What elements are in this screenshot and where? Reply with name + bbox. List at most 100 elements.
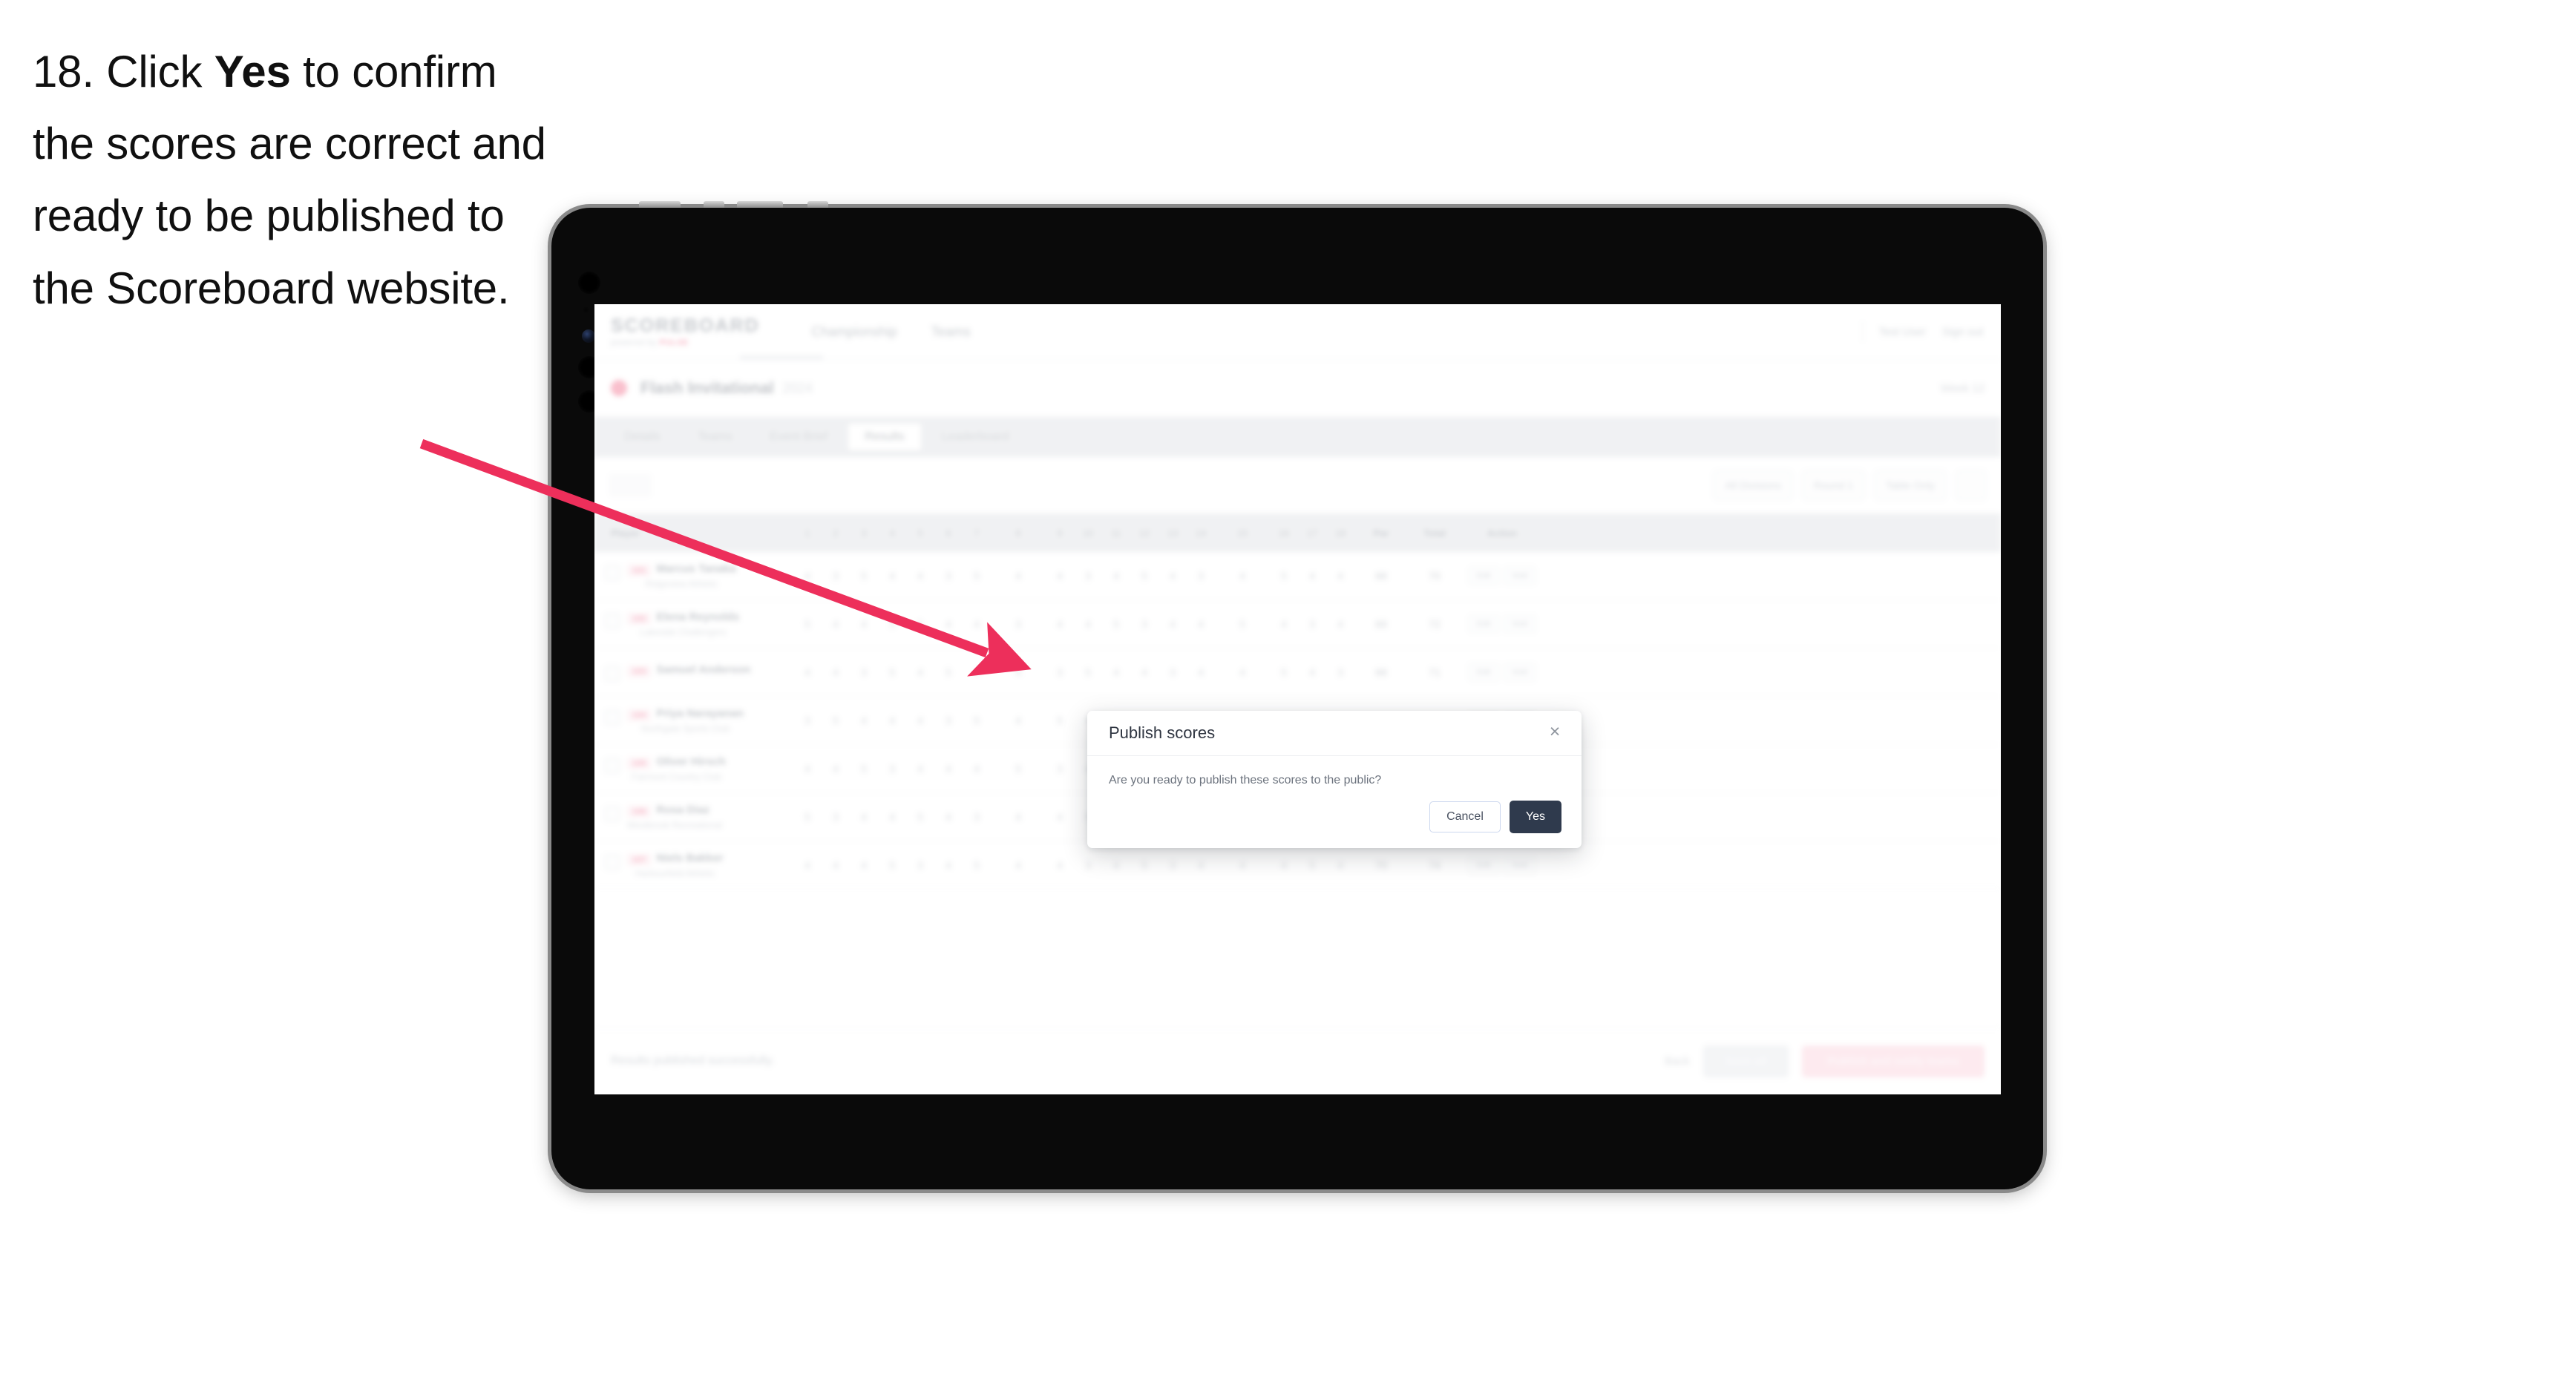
tab-event-brief[interactable]: Event Brief: [753, 424, 844, 450]
score-cell[interactable]: 5: [934, 666, 963, 678]
publish-notify-button[interactable]: Publish and notify teams: [1802, 1045, 1985, 1077]
score-cell[interactable]: 5: [991, 763, 1046, 775]
score-cell[interactable]: 4: [850, 859, 878, 871]
score-cell[interactable]: 4: [1046, 618, 1074, 630]
score-cell[interactable]: 4: [1046, 570, 1074, 582]
score-cell[interactable]: 4: [793, 763, 822, 775]
score-cell[interactable]: 4: [1270, 618, 1298, 630]
row-checkbox[interactable]: [605, 854, 620, 870]
score-cell[interactable]: 3: [991, 618, 1046, 630]
score-cell[interactable]: 4: [963, 618, 991, 630]
score-cell[interactable]: 4: [906, 570, 934, 582]
table-row[interactable]: 107 Niels Bakker Harbourfield Athletic 4 4 4 5…: [594, 841, 2001, 890]
row-checkbox[interactable]: [605, 666, 620, 681]
score-cell[interactable]: 3: [906, 859, 934, 871]
score-cell[interactable]: 3: [1298, 618, 1326, 630]
score-cell[interactable]: 4: [1187, 618, 1215, 630]
score-cell[interactable]: 3: [878, 763, 906, 775]
cancel-button[interactable]: Cancel: [1429, 801, 1501, 832]
score-cell[interactable]: 5: [850, 763, 878, 775]
score-cell[interactable]: 3: [878, 618, 906, 630]
score-cell[interactable]: 4: [878, 811, 906, 823]
footer-back-link[interactable]: Back: [1665, 1055, 1689, 1068]
score-cell[interactable]: 4: [906, 715, 934, 726]
score-cell[interactable]: 5: [793, 618, 822, 630]
score-cell[interactable]: 5: [963, 715, 991, 726]
score-cell[interactable]: 3: [1074, 859, 1102, 871]
score-cell[interactable]: 5: [822, 715, 850, 726]
score-cell[interactable]: 5: [963, 570, 991, 582]
score-cell[interactable]: 4: [906, 763, 934, 775]
score-cell[interactable]: 4: [1326, 618, 1354, 630]
score-cell[interactable]: 3: [1046, 666, 1074, 678]
score-cell[interactable]: 4: [1215, 570, 1270, 582]
score-cell[interactable]: 3: [1074, 570, 1102, 582]
score-cell[interactable]: 4: [1046, 811, 1074, 823]
rim-button-2[interactable]: [704, 201, 724, 208]
tab-results[interactable]: Results: [848, 424, 921, 450]
score-cell[interactable]: 4: [1298, 666, 1326, 678]
score-cell[interactable]: 4: [991, 666, 1046, 678]
score-cell[interactable]: 4: [822, 666, 850, 678]
row-checkbox[interactable]: [605, 758, 620, 773]
score-cell[interactable]: 4: [1074, 618, 1102, 630]
score-cell[interactable]: 4: [991, 715, 1046, 726]
score-cell[interactable]: 4: [934, 618, 963, 630]
score-cell[interactable]: 5: [963, 859, 991, 871]
app-logo[interactable]: SCOREBOARD powered by PULSE: [611, 316, 760, 347]
score-cell[interactable]: 5: [878, 666, 906, 678]
rim-button-3[interactable]: [737, 201, 783, 208]
score-cell[interactable]: 5: [850, 570, 878, 582]
score-cell[interactable]: 3: [1046, 763, 1074, 775]
score-cell[interactable]: 3: [1187, 570, 1215, 582]
score-cell[interactable]: 3: [1326, 666, 1354, 678]
score-cell[interactable]: 4: [991, 859, 1046, 871]
row-action-button[interactable]: Void: [1503, 615, 1536, 633]
row-action-button[interactable]: Void: [1503, 567, 1536, 585]
rim-button-1[interactable]: [639, 201, 681, 208]
score-cell[interactable]: 5: [906, 618, 934, 630]
score-cell[interactable]: 4: [934, 763, 963, 775]
score-cell[interactable]: 5: [1270, 666, 1298, 678]
score-cell[interactable]: 3: [934, 570, 963, 582]
row-checkbox[interactable]: [605, 806, 620, 821]
table-row[interactable]: 101 Marcus Tanaka Ridgeview Athletic 4 3 5 4 4 3…: [594, 552, 2001, 600]
tab-leaderboard[interactable]: Leaderboard: [925, 424, 1026, 450]
score-cell[interactable]: 4: [1270, 859, 1298, 871]
score-cell[interactable]: 4: [822, 859, 850, 871]
filter-divisions[interactable]: All Divisions: [1714, 470, 1792, 500]
score-cell[interactable]: 3: [1158, 666, 1187, 678]
score-cell[interactable]: 4: [1130, 666, 1158, 678]
row-action-button[interactable]: Edit: [1468, 567, 1499, 585]
score-cell[interactable]: 5: [1046, 715, 1074, 726]
nav-item-championship[interactable]: Championship: [812, 324, 897, 340]
score-cell[interactable]: 4: [906, 666, 934, 678]
score-cell[interactable]: 4: [991, 570, 1046, 582]
score-cell[interactable]: 4: [1102, 666, 1130, 678]
score-cell[interactable]: 3: [963, 811, 991, 823]
table-row[interactable]: 103 Samuel Anderson 4 4 3 5 4 5 4 4 3 5 4 4 3 4 4 5 4 3 68 71…: [594, 648, 2001, 697]
row-action-button[interactable]: Edit: [1468, 856, 1499, 874]
tab-details[interactable]: Details: [608, 424, 677, 450]
score-cell[interactable]: 4: [850, 715, 878, 726]
score-cell[interactable]: 3: [822, 811, 850, 823]
score-cell[interactable]: 5: [1215, 618, 1270, 630]
score-cell[interactable]: 4: [1326, 859, 1354, 871]
filter-round[interactable]: Round 1: [1802, 470, 1864, 500]
nav-item-teams[interactable]: Teams: [931, 324, 971, 340]
score-cell[interactable]: 4: [822, 618, 850, 630]
row-action-button[interactable]: Edit: [1468, 615, 1499, 633]
rim-button-4[interactable]: [807, 201, 828, 208]
score-cell[interactable]: 5: [1130, 859, 1158, 871]
score-cell[interactable]: 5: [906, 811, 934, 823]
table-row[interactable]: 102 Elena Reynolds Lakeside Challengers 5 4 4…: [594, 600, 2001, 648]
score-cell[interactable]: 4: [1046, 859, 1074, 871]
score-cell[interactable]: 3: [850, 666, 878, 678]
score-cell[interactable]: 4: [1298, 570, 1326, 582]
score-cell[interactable]: 5: [1270, 570, 1298, 582]
score-cell[interactable]: 4: [793, 570, 822, 582]
score-cell[interactable]: 5: [1130, 570, 1158, 582]
score-cell[interactable]: 4: [1187, 859, 1215, 871]
score-cell[interactable]: 4: [1215, 859, 1270, 871]
row-action-button[interactable]: Edit: [1468, 663, 1499, 681]
